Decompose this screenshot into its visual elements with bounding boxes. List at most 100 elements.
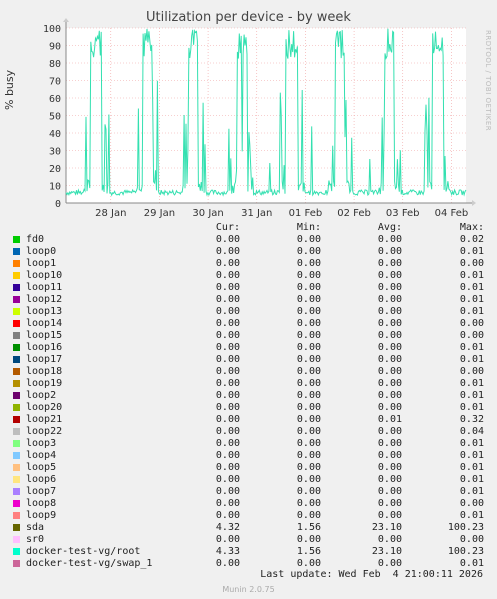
legend-min: 0.00 bbox=[296, 246, 321, 257]
y-axis-arrow bbox=[63, 18, 69, 22]
legend-min: 0.00 bbox=[296, 282, 321, 293]
legend-cur: 0.00 bbox=[215, 390, 240, 401]
legend-avg: 0.00 bbox=[377, 390, 402, 401]
legend-min: 0.00 bbox=[296, 366, 321, 377]
legend-row: loop11 0.00 0.00 0.00 0.01 bbox=[0, 282, 497, 294]
legend-device-name: loop4 bbox=[26, 450, 57, 461]
legend-swatch bbox=[13, 308, 20, 315]
legend-row: loop19 0.00 0.00 0.00 0.01 bbox=[0, 378, 497, 390]
legend-min: 0.00 bbox=[296, 450, 321, 461]
legend-header-min: Min: bbox=[296, 222, 321, 233]
legend-row: loop4 0.00 0.00 0.00 0.01 bbox=[0, 450, 497, 462]
y-tick-label: 70 bbox=[49, 77, 61, 88]
legend-device-name: loop11 bbox=[26, 282, 63, 293]
legend-device-name: sr0 bbox=[26, 534, 45, 545]
legend-swatch bbox=[13, 248, 20, 255]
legend-device-name: loop0 bbox=[26, 246, 57, 257]
legend-cur: 0.00 bbox=[215, 366, 240, 377]
legend-swatch bbox=[13, 428, 20, 435]
legend-header: Cur: Min: Avg: Max: bbox=[0, 222, 497, 234]
legend-max: 100.23 bbox=[447, 546, 484, 557]
legend-row: loop2 0.00 0.00 0.00 0.01 bbox=[0, 390, 497, 402]
legend-cur: 0.00 bbox=[215, 246, 240, 257]
legend-avg: 0.00 bbox=[377, 246, 402, 257]
legend-max: 0.00 bbox=[459, 366, 484, 377]
legend-row: loop7 0.00 0.00 0.00 0.01 bbox=[0, 486, 497, 498]
legend-device-name: loop7 bbox=[26, 486, 57, 497]
legend-device-name: loop20 bbox=[26, 402, 63, 413]
legend-avg: 0.00 bbox=[377, 378, 402, 389]
y-tick-label: 40 bbox=[49, 129, 61, 140]
legend-avg: 0.00 bbox=[377, 402, 402, 413]
legend-max: 0.00 bbox=[459, 534, 484, 545]
legend-swatch bbox=[13, 368, 20, 375]
legend-cur: 0.00 bbox=[215, 342, 240, 353]
x-tick-label: 30 Jan bbox=[192, 208, 223, 219]
legend-max: 0.01 bbox=[459, 270, 484, 281]
legend-row: sda 4.32 1.56 23.10 100.23 bbox=[0, 522, 497, 534]
legend-row: fd0 0.00 0.00 0.00 0.02 bbox=[0, 234, 497, 246]
legend-swatch bbox=[13, 536, 20, 543]
legend-avg: 0.00 bbox=[377, 258, 402, 269]
y-tick-label: 90 bbox=[49, 42, 61, 53]
legend-avg: 0.00 bbox=[377, 306, 402, 317]
x-tick-label: 31 Jan bbox=[241, 208, 272, 219]
legend-cur: 0.00 bbox=[215, 318, 240, 329]
x-tick-label: 29 Jan bbox=[144, 208, 175, 219]
legend-swatch bbox=[13, 548, 20, 555]
legend-row: loop13 0.00 0.00 0.00 0.01 bbox=[0, 306, 497, 318]
legend-device-name: loop18 bbox=[26, 366, 63, 377]
legend-device-name: loop22 bbox=[26, 426, 63, 437]
legend-max: 0.01 bbox=[459, 282, 484, 293]
legend-avg: 0.00 bbox=[377, 426, 402, 437]
legend-cur: 0.00 bbox=[215, 258, 240, 269]
legend-swatch bbox=[13, 296, 20, 303]
legend-row: loop9 0.00 0.00 0.00 0.01 bbox=[0, 510, 497, 522]
legend-avg: 0.00 bbox=[377, 342, 402, 353]
legend-row: loop15 0.00 0.00 0.00 0.00 bbox=[0, 330, 497, 342]
legend-max: 0.01 bbox=[459, 450, 484, 461]
legend-max: 100.23 bbox=[447, 522, 484, 533]
legend-cur: 0.00 bbox=[215, 558, 240, 569]
legend-min: 0.00 bbox=[296, 306, 321, 317]
legend-device-name: loop1 bbox=[26, 258, 57, 269]
legend: Cur: Min: Avg: Max: fd0 0.00 0.00 0.00 0.02 l… bbox=[0, 222, 497, 570]
last-update: Last update: Wed Feb 4 21:00:11 2026 bbox=[260, 569, 483, 580]
x-tick-label: 01 Feb bbox=[289, 208, 323, 219]
legend-cur: 0.00 bbox=[215, 282, 240, 293]
legend-min: 0.00 bbox=[296, 534, 321, 545]
plot-svg: 0 10 20 30 40 50 60 70 80 90 100 28 Jan 29 Jan 30 Jan… bbox=[43, 18, 476, 219]
legend-cur: 0.00 bbox=[215, 354, 240, 365]
y-tick-label: 20 bbox=[49, 164, 61, 175]
legend-device-name: docker-test-vg/swap_1 bbox=[26, 558, 153, 569]
legend-swatch bbox=[13, 464, 20, 471]
legend-max: 0.00 bbox=[459, 258, 484, 269]
legend-max: 0.01 bbox=[459, 246, 484, 257]
legend-min: 0.00 bbox=[296, 270, 321, 281]
legend-row: loop0 0.00 0.00 0.00 0.01 bbox=[0, 246, 497, 258]
y-tick-label: 100 bbox=[43, 24, 61, 35]
legend-cur: 0.00 bbox=[215, 330, 240, 341]
legend-avg: 0.00 bbox=[377, 282, 402, 293]
legend-cur: 0.00 bbox=[215, 270, 240, 281]
legend-max: 0.01 bbox=[459, 342, 484, 353]
legend-swatch bbox=[13, 320, 20, 327]
legend-max: 0.01 bbox=[459, 294, 484, 305]
legend-cur: 0.00 bbox=[215, 414, 240, 425]
legend-device-name: loop9 bbox=[26, 510, 57, 521]
legend-row: loop6 0.00 0.00 0.00 0.01 bbox=[0, 474, 497, 486]
legend-max: 0.01 bbox=[459, 474, 484, 485]
legend-row: loop3 0.00 0.00 0.00 0.01 bbox=[0, 438, 497, 450]
legend-device-name: loop10 bbox=[26, 270, 63, 281]
legend-row: loop8 0.00 0.00 0.00 0.00 bbox=[0, 498, 497, 510]
legend-row: loop14 0.00 0.00 0.00 0.00 bbox=[0, 318, 497, 330]
legend-avg: 0.00 bbox=[377, 330, 402, 341]
legend-header-avg: Avg: bbox=[377, 222, 402, 233]
legend-min: 1.56 bbox=[296, 546, 321, 557]
legend-avg: 0.00 bbox=[377, 294, 402, 305]
legend-max: 0.00 bbox=[459, 318, 484, 329]
legend-row: loop5 0.00 0.00 0.00 0.01 bbox=[0, 462, 497, 474]
legend-swatch bbox=[13, 452, 20, 459]
legend-cur: 0.00 bbox=[215, 534, 240, 545]
y-tick-label: 30 bbox=[49, 147, 61, 158]
